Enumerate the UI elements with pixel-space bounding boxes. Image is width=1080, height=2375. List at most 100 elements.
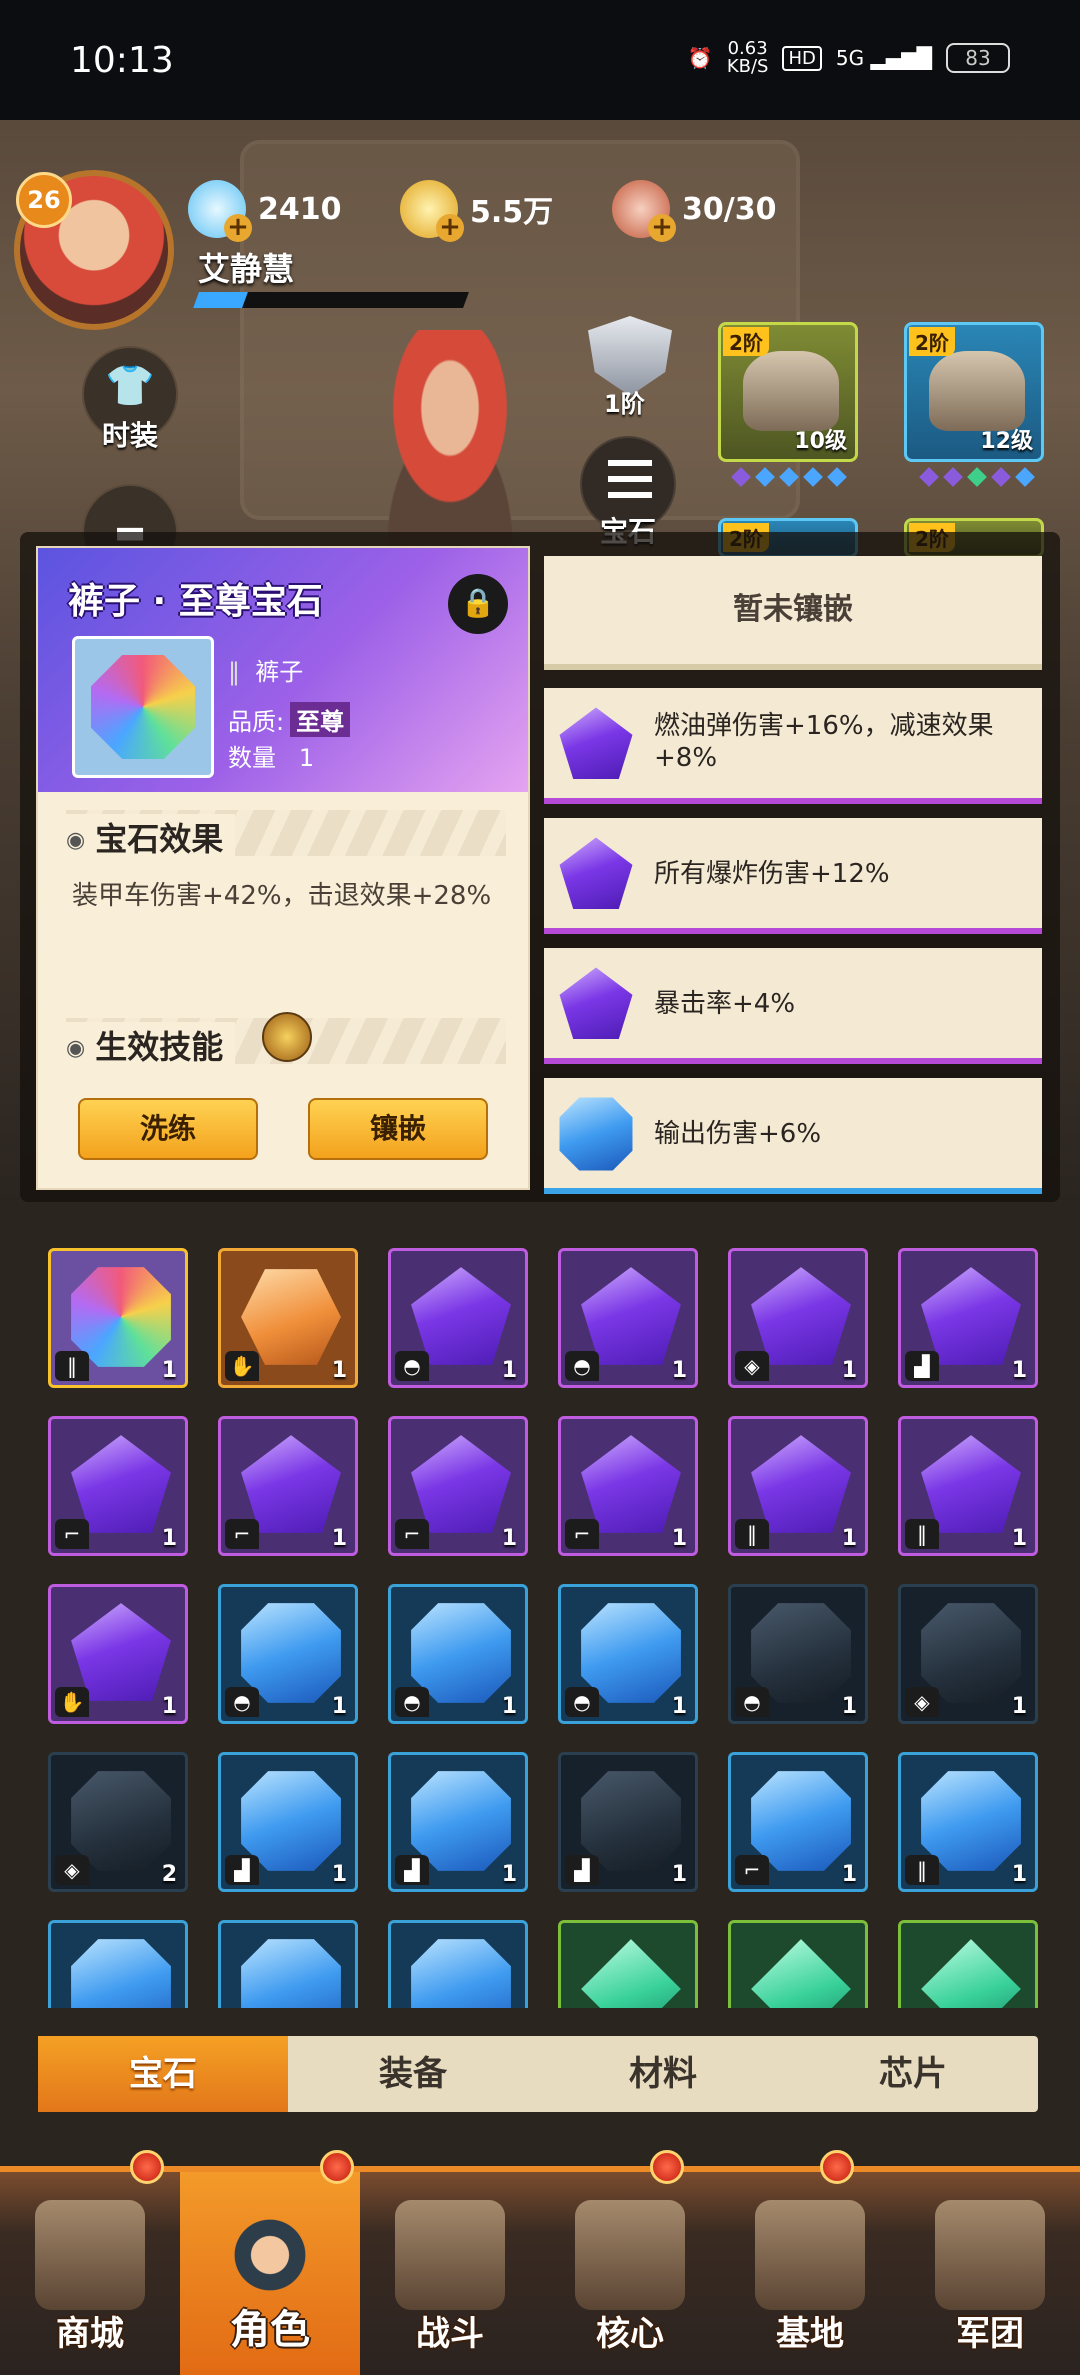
purple-gem-icon [559, 707, 633, 779]
gem-menu-button[interactable]: 宝石 [580, 436, 676, 548]
armor-icon: ◈ [905, 1687, 939, 1717]
stamina-resource[interactable]: + 30/30 [612, 180, 776, 242]
gem-cell[interactable]: ‖ 1 [728, 1416, 868, 1556]
xp-bar [193, 292, 469, 308]
gem-cell[interactable]: ✋ 1 [48, 1584, 188, 1724]
gem-cell[interactable]: ⌐ 1 [218, 1416, 358, 1556]
gem-inventory-grid: ‖ 1 ✋ 1 ◓ 1 ◓ 1 ◈ 1 ▟ 1 ⌐ 1 ⌐ 1 ⌐ 1 ⌐ 1 ‖ 1 ‖ 1 ✋ 1 ◓ 1 ◓ 1 ◓ 1 ◓ 1 ◈ 1 ◈ 2 ▟ 1… [48, 1248, 1040, 2008]
tab-gems[interactable]: 宝石 [38, 2036, 288, 2112]
purple-gem-icon [559, 967, 633, 1039]
gem-cell[interactable]: ⌐ 1 [388, 1416, 528, 1556]
socket-effect-2[interactable]: 所有爆炸伤害+12% [544, 818, 1042, 934]
inventory-tabs: 宝石 装备 材料 芯片 [38, 2036, 1038, 2112]
nav-character[interactable]: 角色 [180, 2150, 360, 2375]
gem-count: 1 [501, 1862, 517, 1887]
tab-chips[interactable]: 芯片 [788, 2036, 1038, 2112]
gem-cell[interactable]: ◓ 1 [218, 1584, 358, 1724]
gloves-icon: ✋ [225, 1351, 259, 1381]
armor-icon: ◈ [55, 1855, 89, 1885]
nav-shop[interactable]: 商城 [0, 2150, 180, 2375]
gem-cell[interactable]: ◈ 2 [48, 1752, 188, 1892]
gem-cell[interactable]: ⌐ 1 [558, 1416, 698, 1556]
diamond-resource[interactable]: + 2410 [188, 180, 342, 242]
hd-badge: HD [782, 45, 822, 71]
gem-count: 1 [1011, 1358, 1027, 1383]
player-name: 艾静慧 [198, 250, 295, 288]
gem-cell[interactable]: ▟ 1 [218, 1752, 358, 1892]
gem-cell[interactable]: ◈ 1 [728, 1248, 868, 1388]
gem-cell[interactable] [728, 1920, 868, 2008]
tab-materials[interactable]: 材料 [538, 2036, 788, 2112]
helmet-icon [743, 351, 839, 431]
nav-battle[interactable]: 战斗 [360, 2172, 540, 2375]
helmet-icon: ◓ [225, 1687, 259, 1717]
gem-count: 1 [671, 1358, 687, 1383]
gem-cell[interactable] [898, 1920, 1038, 2008]
equipment-slot-helmet[interactable]: 2阶 10级 [718, 322, 858, 462]
gem-cell[interactable]: ⌐ 1 [728, 1752, 868, 1892]
gem-cell[interactable]: ‖ 1 [48, 1248, 188, 1388]
gold-resource[interactable]: + 5.5万 [400, 180, 553, 242]
gem-count: 1 [331, 1358, 347, 1383]
costume-button[interactable]: 👕 时装 [82, 346, 178, 452]
gem-count: 1 [1011, 1526, 1027, 1551]
gem-cell[interactable]: ▟ 1 [388, 1752, 528, 1892]
blue-gem-icon [241, 1939, 341, 2008]
meat-icon: + [612, 180, 676, 242]
gem-thumbnail [72, 636, 214, 778]
add-gold-icon[interactable]: + [436, 214, 464, 242]
gem-count: 1 [1011, 1862, 1027, 1887]
gem-cell[interactable] [388, 1920, 528, 2008]
gem-cell[interactable]: ◈ 1 [898, 1584, 1038, 1724]
nav-base[interactable]: 基地 [720, 2150, 900, 2375]
gold-coin-icon: + [400, 180, 464, 242]
gem-cell[interactable]: ‖ 1 [898, 1416, 1038, 1556]
gem-cell[interactable] [558, 1920, 698, 2008]
notification-dot [650, 2150, 684, 2184]
boots-icon: ▟ [395, 1855, 429, 1885]
gem-count: 1 [161, 1358, 177, 1383]
nav-core[interactable]: 核心 [540, 2150, 720, 2375]
helmet-gem-sockets [731, 467, 847, 487]
gem-cell[interactable]: ◓ 1 [558, 1584, 698, 1724]
inlay-button[interactable]: 镶嵌 [308, 1098, 488, 1160]
lock-icon[interactable]: 🔒 [448, 574, 508, 634]
gem-count: 1 [1011, 1694, 1027, 1719]
gem-cell[interactable]: ⌐ 1 [48, 1416, 188, 1556]
gem-cell[interactable]: ◓ 1 [388, 1248, 528, 1388]
helmet-icon: ◓ [395, 1351, 429, 1381]
nav-legion[interactable]: 军团 [900, 2172, 1080, 2375]
boots-icon: ▟ [905, 1351, 939, 1381]
notification-dot [320, 2150, 354, 2184]
gem-cell[interactable] [218, 1920, 358, 2008]
crossed-guns-icon [395, 2200, 505, 2310]
socket-effect-1[interactable]: 燃油弹伤害+16%，减速效果+8% [544, 688, 1042, 804]
armor-tier: 1阶 [604, 390, 645, 418]
gem-cell[interactable]: ◓ 1 [558, 1248, 698, 1388]
gem-cell[interactable]: ◓ 1 [388, 1584, 528, 1724]
tab-equipment[interactable]: 装备 [288, 2036, 538, 2112]
add-diamond-icon[interactable]: + [224, 214, 252, 242]
gem-cell[interactable] [48, 1920, 188, 2008]
pants-icon: ‖ [55, 1351, 89, 1381]
diamond-icon: + [188, 180, 252, 242]
gem-count: 1 [671, 1862, 687, 1887]
add-stamina-icon[interactable]: + [648, 214, 676, 242]
pants-icon: ‖ [228, 658, 240, 686]
gem-part: ‖ 裤子 [228, 658, 304, 686]
costume-icon: 👕 [105, 363, 155, 409]
empty-socket[interactable]: 暂未镶嵌 [544, 556, 1042, 670]
gem-cell[interactable]: ✋ 1 [218, 1248, 358, 1388]
gem-cell[interactable]: ▟ 1 [558, 1752, 698, 1892]
gem-cell[interactable]: ▟ 1 [898, 1248, 1038, 1388]
socket-effect-4[interactable]: 输出伤害+6% [544, 1078, 1042, 1194]
gem-effect-text: 装甲车伤害+42%，击退效果+28% [72, 881, 492, 911]
skill-icon[interactable] [262, 1012, 312, 1062]
refine-button[interactable]: 洗练 [78, 1098, 258, 1160]
equipment-slot-gloves[interactable]: 2阶 12级 [904, 322, 1044, 462]
gem-cell[interactable]: ‖ 1 [898, 1752, 1038, 1892]
gem-cell[interactable]: ◓ 1 [728, 1584, 868, 1724]
socket-effect-3[interactable]: 暴击率+4% [544, 948, 1042, 1064]
gem-quality: 品质: 至尊 [228, 702, 351, 737]
character-icon [215, 2200, 325, 2310]
